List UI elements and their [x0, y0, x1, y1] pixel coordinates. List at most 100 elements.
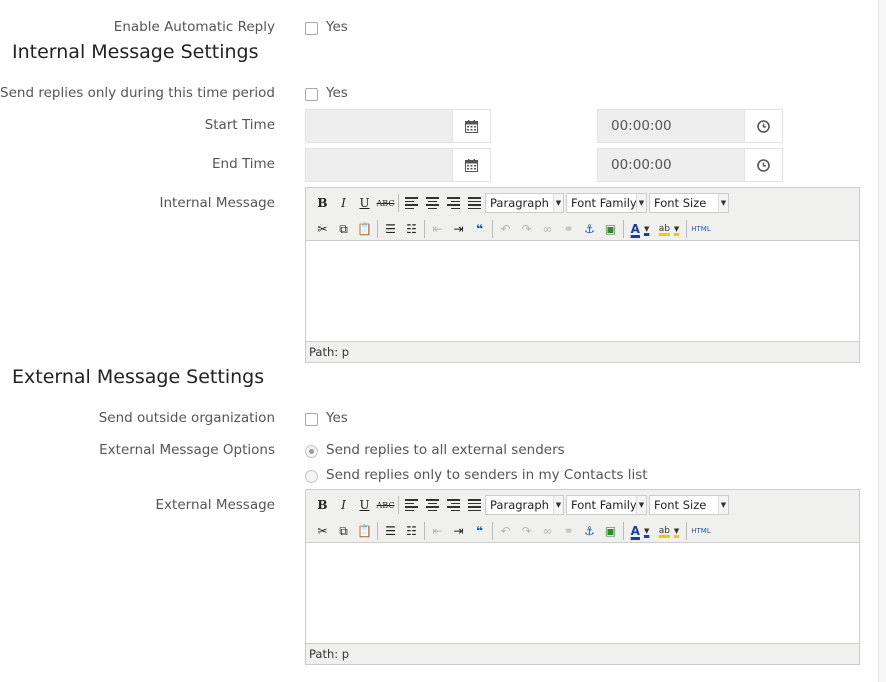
- font-size-select-value: Font Size: [654, 498, 707, 512]
- enable-auto-reply-checkbox[interactable]: [305, 22, 318, 35]
- redo-icon[interactable]: ↷: [516, 219, 537, 239]
- internal-section-title: Internal Message Settings: [12, 41, 259, 63]
- format-select[interactable]: Paragraph ▼: [485, 495, 564, 515]
- highlight-icon[interactable]: ab ▼: [654, 521, 684, 541]
- start-date-input[interactable]: [305, 109, 453, 143]
- copy-icon[interactable]: ⧉: [333, 219, 354, 239]
- indent-icon[interactable]: ⇥: [448, 219, 469, 239]
- unlink-icon[interactable]: ⚭: [558, 219, 579, 239]
- toolbar-separator: [424, 220, 425, 238]
- scrollbar[interactable]: [878, 0, 886, 682]
- html-source-icon[interactable]: HTML: [689, 219, 713, 239]
- undo-icon[interactable]: ↶: [495, 521, 516, 541]
- unlink-icon[interactable]: ⚭: [558, 521, 579, 541]
- align-center-icon[interactable]: [422, 193, 443, 213]
- outside-org-checkbox-label[interactable]: Yes: [326, 410, 348, 426]
- editor-toolbar: B I U ABC Paragraph ▼ Font Family ▼ Font S…: [306, 188, 859, 241]
- anchor-icon[interactable]: ⚓: [579, 521, 600, 541]
- font-size-select[interactable]: Font Size ▼: [649, 193, 729, 213]
- strikethrough-icon[interactable]: ABC: [375, 193, 396, 213]
- editor-toolbar-row-2: ✂ ⧉ 📋 ☰ ☷ ⇤ ⇥ ❝ ↶ ↷ ∞ ⚭ ⚓ ▣ A ▼ ab ▼ HTML: [312, 520, 713, 542]
- format-select[interactable]: Paragraph ▼: [485, 193, 564, 213]
- clock-icon: [757, 158, 770, 172]
- outside-org-checkbox[interactable]: [305, 413, 318, 426]
- radio-contacts-only-label[interactable]: Send replies only to senders in my Conta…: [326, 467, 648, 483]
- blockquote-icon[interactable]: ❝: [469, 521, 490, 541]
- start-date-calendar-button[interactable]: [452, 109, 491, 143]
- toolbar-separator: [623, 220, 624, 238]
- external-section-title: External Message Settings: [12, 366, 265, 388]
- image-icon[interactable]: ▣: [600, 521, 621, 541]
- paste-icon[interactable]: 📋: [354, 219, 375, 239]
- image-icon[interactable]: ▣: [600, 219, 621, 239]
- start-time-input[interactable]: 00:00:00: [597, 109, 745, 143]
- font-family-select[interactable]: Font Family ▼: [566, 193, 647, 213]
- copy-icon[interactable]: ⧉: [333, 521, 354, 541]
- font-size-select[interactable]: Font Size ▼: [649, 495, 729, 515]
- align-center-icon[interactable]: [422, 495, 443, 515]
- toolbar-separator: [377, 220, 378, 238]
- cut-icon[interactable]: ✂: [312, 219, 333, 239]
- bullet-list-icon[interactable]: ☰: [380, 521, 401, 541]
- highlight-glyph: ab: [658, 526, 670, 536]
- italic-icon[interactable]: I: [333, 495, 354, 515]
- external-message-label: External Message: [155, 497, 275, 513]
- anchor-icon[interactable]: ⚓: [579, 219, 600, 239]
- italic-icon[interactable]: I: [333, 193, 354, 213]
- editor-toolbar-row-2: ✂ ⧉ 📋 ☰ ☷ ⇤ ⇥ ❝ ↶ ↷ ∞ ⚭ ⚓ ▣ A ▼ ab ▼ HTML: [312, 218, 713, 240]
- chevron-down-icon: ▼: [636, 496, 646, 514]
- outdent-icon[interactable]: ⇤: [427, 521, 448, 541]
- align-left-icon[interactable]: [401, 495, 422, 515]
- underline-icon[interactable]: U: [354, 495, 375, 515]
- html-source-icon[interactable]: HTML: [689, 521, 713, 541]
- editor-toolbar-row-1: B I U ABC Paragraph ▼ Font Family ▼ Font S…: [312, 192, 731, 214]
- enable-auto-reply-checkbox-label[interactable]: Yes: [326, 19, 348, 35]
- align-left-icon[interactable]: [401, 193, 422, 213]
- align-right-icon[interactable]: [443, 193, 464, 213]
- link-icon[interactable]: ∞: [537, 521, 558, 541]
- paste-icon[interactable]: 📋: [354, 521, 375, 541]
- end-date-calendar-button[interactable]: [452, 148, 491, 182]
- toolbar-separator: [398, 496, 399, 514]
- bold-icon[interactable]: B: [312, 495, 333, 515]
- highlight-glyph: ab: [658, 224, 670, 234]
- text-color-icon[interactable]: A ▼: [626, 219, 654, 239]
- highlight-icon[interactable]: ab ▼: [654, 219, 684, 239]
- indent-icon[interactable]: ⇥: [448, 521, 469, 541]
- justify-icon[interactable]: [464, 495, 485, 515]
- chevron-down-icon: ▼: [718, 496, 728, 514]
- font-family-select[interactable]: Font Family ▼: [566, 495, 647, 515]
- align-right-icon[interactable]: [443, 495, 464, 515]
- start-time-clock-button[interactable]: [744, 109, 783, 143]
- text-color-glyph: A: [630, 222, 640, 236]
- end-time-clock-button[interactable]: [744, 148, 783, 182]
- radio-all-external-senders[interactable]: [305, 445, 318, 458]
- end-date-input[interactable]: [305, 148, 453, 182]
- blockquote-icon[interactable]: ❝: [469, 219, 490, 239]
- start-time-label: Start Time: [204, 117, 275, 133]
- time-period-checkbox[interactable]: [305, 88, 318, 101]
- cut-icon[interactable]: ✂: [312, 521, 333, 541]
- internal-message-textarea[interactable]: [306, 242, 859, 342]
- underline-icon[interactable]: U: [354, 193, 375, 213]
- time-period-checkbox-label[interactable]: Yes: [326, 85, 348, 101]
- justify-icon[interactable]: [464, 193, 485, 213]
- outdent-icon[interactable]: ⇤: [427, 219, 448, 239]
- numbered-list-icon[interactable]: ☷: [401, 219, 422, 239]
- strikethrough-icon[interactable]: ABC: [375, 495, 396, 515]
- radio-all-external-senders-label[interactable]: Send replies to all external senders: [326, 442, 565, 458]
- toolbar-separator: [398, 194, 399, 212]
- redo-icon[interactable]: ↷: [516, 521, 537, 541]
- numbered-list-icon[interactable]: ☷: [401, 521, 422, 541]
- text-color-icon[interactable]: A ▼: [626, 521, 654, 541]
- link-icon[interactable]: ∞: [537, 219, 558, 239]
- chevron-down-icon: ▼: [636, 194, 646, 212]
- end-time-input[interactable]: 00:00:00: [597, 148, 745, 182]
- bold-icon[interactable]: B: [312, 193, 333, 213]
- undo-icon[interactable]: ↶: [495, 219, 516, 239]
- time-period-label: Send replies only during this time perio…: [0, 85, 275, 101]
- external-message-textarea[interactable]: [306, 544, 859, 644]
- bullet-list-icon[interactable]: ☰: [380, 219, 401, 239]
- radio-contacts-only[interactable]: [305, 470, 318, 483]
- internal-message-editor: B I U ABC Paragraph ▼ Font Family ▼ Font S…: [305, 187, 860, 363]
